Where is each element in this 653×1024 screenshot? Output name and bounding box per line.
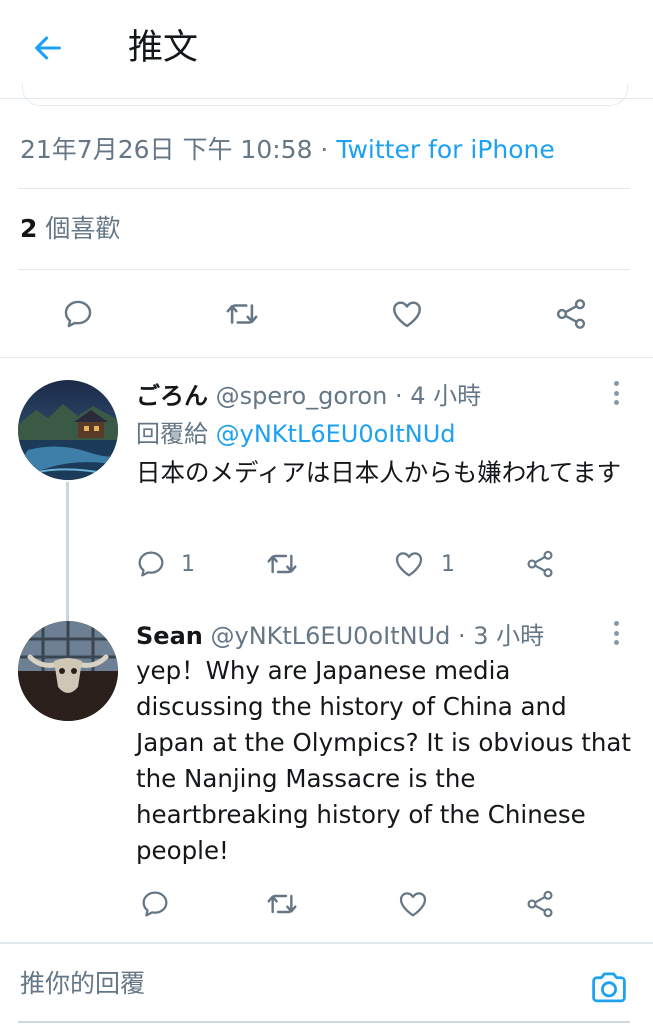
reply-to-prefix: 回覆給 bbox=[136, 420, 216, 448]
share-icon bbox=[527, 890, 553, 918]
mention-link[interactable]: @yNKtL6EU0oItNUd bbox=[216, 420, 456, 448]
actions-divider bbox=[0, 357, 653, 358]
meta-divider bbox=[18, 188, 630, 189]
retweet-button[interactable] bbox=[262, 545, 302, 583]
meta-separator: · bbox=[312, 135, 337, 164]
reply-icon bbox=[64, 300, 92, 328]
like-count: 1 bbox=[441, 551, 455, 577]
back-button[interactable] bbox=[28, 28, 68, 68]
heart-icon bbox=[399, 892, 427, 917]
tweet-source-link[interactable]: Twitter for iPhone bbox=[336, 135, 554, 164]
thread-connector-line bbox=[66, 482, 69, 622]
user-handle[interactable]: @spero_goron bbox=[216, 382, 388, 410]
retweet-button[interactable] bbox=[220, 294, 264, 334]
arrow-left-icon bbox=[35, 36, 61, 60]
share-button[interactable] bbox=[520, 885, 560, 923]
avatar-bull-skull-image bbox=[18, 621, 118, 721]
reply-icon bbox=[142, 891, 168, 917]
reply-button[interactable] bbox=[135, 885, 175, 923]
user-handle[interactable]: @yNKtL6EU0oItNUd bbox=[210, 622, 450, 650]
header-divider bbox=[0, 98, 653, 99]
reply-to-line: 回覆給 @yNKtL6EU0oItNUd bbox=[136, 417, 456, 451]
quoted-card-edge bbox=[22, 84, 628, 106]
display-name[interactable]: Sean bbox=[136, 622, 203, 650]
camera-icon bbox=[592, 972, 626, 1003]
retweet-icon bbox=[267, 554, 297, 574]
tweet-time: · 3 小時 bbox=[450, 622, 545, 650]
tweet-datetime: 21年7月26日 下午 10:58 bbox=[20, 135, 313, 164]
display-name[interactable]: ごろん bbox=[136, 382, 208, 410]
likes-count: 2 bbox=[20, 214, 38, 243]
likes-label: 個喜歡 bbox=[37, 214, 121, 243]
like-button[interactable] bbox=[393, 885, 433, 923]
share-button[interactable] bbox=[549, 294, 593, 334]
reply-input[interactable]: 推你的回覆 bbox=[20, 966, 145, 1002]
more-options-button[interactable] bbox=[606, 378, 626, 408]
retweet-icon bbox=[226, 304, 258, 324]
likes-stat[interactable]: 2 個喜歡 bbox=[20, 211, 120, 247]
heart-icon bbox=[393, 301, 421, 328]
share-icon bbox=[527, 550, 553, 578]
share-button[interactable] bbox=[520, 545, 560, 583]
like-button[interactable] bbox=[385, 294, 429, 334]
page-title: 推文 bbox=[128, 28, 199, 68]
avatar[interactable] bbox=[18, 380, 118, 480]
share-icon bbox=[556, 299, 586, 329]
reply-button[interactable]: 1 bbox=[135, 545, 197, 583]
reply-icon bbox=[138, 551, 164, 577]
avatar-landscape-image bbox=[18, 380, 118, 480]
tweet-timestamp: 21年7月26日 下午 10:58 · Twitter for iPhone bbox=[20, 132, 555, 168]
stats-divider bbox=[18, 269, 630, 270]
reply-count: 1 bbox=[181, 551, 195, 577]
retweet-button[interactable] bbox=[262, 885, 302, 923]
tweet-text: yep！Why are Japanese media discussing th… bbox=[136, 656, 632, 865]
avatar[interactable] bbox=[18, 621, 118, 721]
more-options-button[interactable] bbox=[606, 618, 626, 648]
reply-header: Sean @yNKtL6EU0oItNUd · 3 小時 bbox=[136, 619, 544, 653]
like-button[interactable]: 1 bbox=[393, 545, 457, 583]
reply-button[interactable] bbox=[56, 294, 100, 334]
composer-underline bbox=[18, 1021, 630, 1023]
camera-button[interactable] bbox=[589, 968, 629, 1006]
tweet-time: · 4 小時 bbox=[387, 382, 482, 410]
retweet-icon bbox=[267, 894, 297, 914]
reply-header: ごろん @spero_goron · 4 小時 bbox=[136, 379, 481, 413]
heart-icon bbox=[395, 552, 423, 577]
tweet-text: 日本のメディアは日本人からも嫌われてます bbox=[136, 458, 622, 487]
